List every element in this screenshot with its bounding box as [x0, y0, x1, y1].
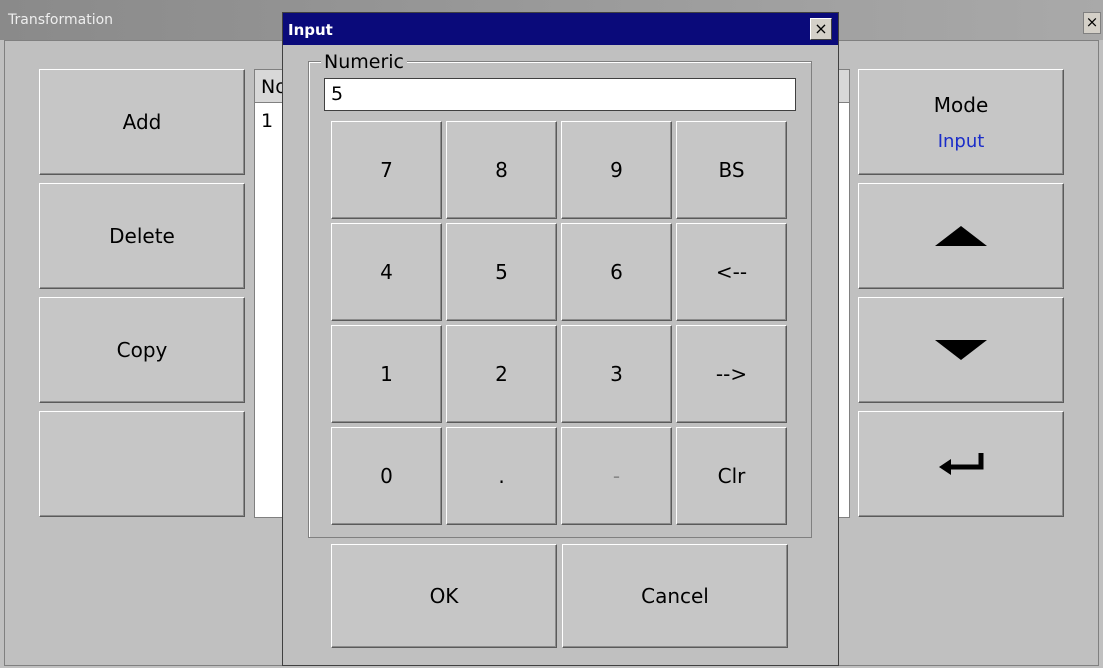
key-4[interactable]: 4 — [331, 223, 442, 321]
key-9[interactable]: 9 — [561, 121, 672, 219]
cancel-button[interactable]: Cancel — [562, 544, 788, 648]
key-decimal[interactable]: . — [446, 427, 557, 525]
add-button[interactable]: Add — [39, 69, 245, 175]
ok-button[interactable]: OK — [331, 544, 557, 648]
dialog-title: Input — [288, 21, 333, 39]
move-up-button[interactable] — [858, 183, 1064, 289]
key-5[interactable]: 5 — [446, 223, 557, 321]
key-cursor-right[interactable]: --> — [676, 325, 787, 423]
key-6[interactable]: 6 — [561, 223, 672, 321]
key-8[interactable]: 8 — [446, 121, 557, 219]
copy-button[interactable]: Copy — [39, 297, 245, 403]
numeric-group-label: Numeric — [321, 51, 407, 73]
key-cursor-left[interactable]: <-- — [676, 223, 787, 321]
key-clear[interactable]: Clr — [676, 427, 787, 525]
dialog-title-bar: Input × — [283, 13, 838, 45]
enter-button[interactable] — [858, 411, 1064, 517]
key-7[interactable]: 7 — [331, 121, 442, 219]
mode-label: Mode — [933, 92, 989, 117]
mode-value: Input — [937, 130, 985, 152]
dialog-close-button[interactable]: × — [810, 18, 832, 40]
list-item[interactable]: 1 — [261, 110, 273, 132]
triangle-up-icon — [935, 226, 987, 246]
input-dialog: Input × Numeric 5 7 8 9 BS 4 5 6 <-- 1 2… — [282, 12, 839, 666]
key-backspace[interactable]: BS — [676, 121, 787, 219]
window-title: Transformation — [8, 12, 114, 28]
enter-arrow-icon — [939, 453, 984, 475]
key-2[interactable]: 2 — [446, 325, 557, 423]
numeric-input[interactable]: 5 — [324, 78, 796, 111]
triangle-down-icon — [935, 340, 987, 360]
key-3[interactable]: 3 — [561, 325, 672, 423]
move-down-button[interactable] — [858, 297, 1064, 403]
blank-button[interactable] — [39, 411, 245, 517]
window-close-button[interactable]: × — [1083, 12, 1101, 34]
delete-button[interactable]: Delete — [39, 183, 245, 289]
mode-button[interactable]: Mode Input — [858, 69, 1064, 175]
key-0[interactable]: 0 — [331, 427, 442, 525]
key-minus[interactable]: - — [561, 427, 672, 525]
key-1[interactable]: 1 — [331, 325, 442, 423]
